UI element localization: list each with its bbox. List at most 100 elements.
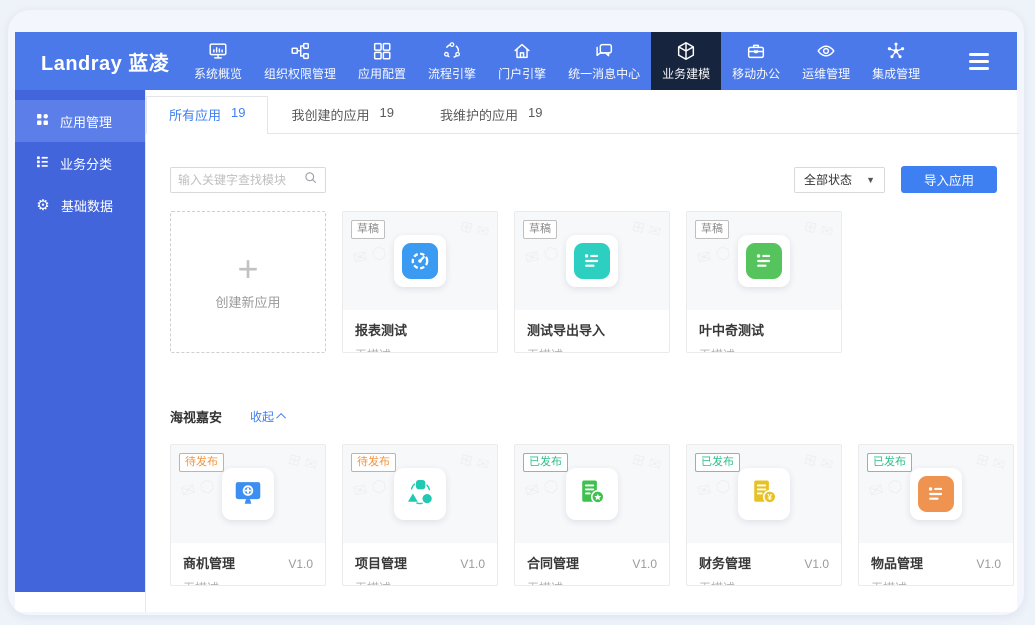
sidebar-item-base-data[interactable]: ⚙ 基础数据 <box>15 184 145 226</box>
collapse-link[interactable]: 收起 <box>250 408 287 425</box>
status-filter-select[interactable]: 全部状态 ▼ <box>794 166 885 193</box>
app-card-export-import-test[interactable]: 草稿 测试导出导入 无描述 <box>514 211 670 353</box>
card-info: 测试导出导入 无描述 <box>515 310 669 352</box>
app-card-contract-management[interactable]: 已发布 合同管理 V1.0 无描述 <box>514 444 670 586</box>
app-description: 无描述 <box>527 346 657 352</box>
icon-tile <box>566 468 618 520</box>
icon-tile <box>566 235 618 287</box>
toolbar: 全部状态 ▼ 导入应用 <box>170 166 997 193</box>
app-description: 无描述 <box>355 579 485 585</box>
app-title: 报表测试 <box>355 323 408 338</box>
nav-item-business-modeling[interactable]: 业务建模 <box>651 32 722 90</box>
app-card-business-opportunity[interactable]: 待发布 商机管理 V1.0 无描述 <box>170 444 326 586</box>
sidebar-item-label: 业务分类 <box>60 156 113 172</box>
app-version: V1.0 <box>976 557 1001 571</box>
nav-item-mobile-office[interactable]: 移动办公 <box>721 32 791 90</box>
sidebar: 应用管理 业务分类 ⚙ 基础数据 <box>15 90 145 592</box>
app-card-report-test[interactable]: 草稿 报表测试 无描述 <box>342 211 498 353</box>
nav-item-label: 集成管理 <box>872 67 921 81</box>
nav-item-portal-engine[interactable]: 门户引擎 <box>487 32 557 90</box>
doc-yen-icon: ¥ <box>748 476 780 513</box>
nav-item-ops-management[interactable]: 运维管理 <box>791 32 861 90</box>
card-cover: 草稿 <box>343 212 497 310</box>
tab-bar: 所有应用 19 我创建的应用 19 我维护的应用 19 <box>146 96 1019 134</box>
create-app-card[interactable]: + 创建新应用 <box>170 211 326 353</box>
status-badge: 已发布 <box>867 453 912 472</box>
card-cover: 已发布 ¥ <box>687 445 841 543</box>
app-description: 无描述 <box>699 346 829 352</box>
card-info: 合同管理 V1.0 无描述 <box>515 543 669 585</box>
search-input[interactable] <box>178 172 303 187</box>
status-badge: 已发布 <box>523 453 568 472</box>
doc-lines-icon <box>574 243 610 279</box>
tab-count: 19 <box>527 105 543 120</box>
workflow-cycle-icon <box>441 40 463 62</box>
tab-all-apps[interactable]: 所有应用 19 <box>146 96 269 134</box>
nav-item-app-config[interactable]: 应用配置 <box>347 32 417 90</box>
card-cover: 草稿 <box>515 212 669 310</box>
collapse-label: 收起 <box>250 410 275 424</box>
modeling-cube-icon <box>675 40 697 62</box>
hamburger-menu-icon[interactable] <box>945 32 1013 90</box>
integration-nodes-icon <box>885 40 907 62</box>
top-nav: 系统概览 组织权限管理 应用配置 流程引擎 门户引擎 统一消息中心 业务建模 移… <box>183 32 945 90</box>
icon-tile <box>394 468 446 520</box>
app-description: 无描述 <box>527 579 657 585</box>
gear-icon: ⚙ <box>36 196 50 214</box>
status-filter-value: 全部状态 <box>804 173 853 187</box>
card-info: 项目管理 V1.0 无描述 <box>343 543 497 585</box>
tab-label: 我维护的应用 <box>439 108 518 123</box>
icon-tile: ¥ <box>738 468 790 520</box>
status-badge: 待发布 <box>351 453 396 472</box>
tab-my-created-apps[interactable]: 我创建的应用 19 <box>268 96 416 133</box>
card-cover: 待发布 <box>343 445 497 543</box>
app-card-project-management[interactable]: 待发布 项目管理 V1.0 无描述 <box>342 444 498 586</box>
card-info: 财务管理 V1.0 无描述 <box>687 543 841 585</box>
monitor-plus-icon <box>231 475 265 514</box>
gauge-icon <box>402 243 438 279</box>
sidebar-item-label: 基础数据 <box>61 198 114 214</box>
create-app-label: 创建新应用 <box>215 294 281 310</box>
nav-item-label: 应用配置 <box>358 67 407 81</box>
icon-tile <box>394 235 446 287</box>
card-info: 报表测试 无描述 <box>343 310 497 352</box>
nav-item-label: 系统概览 <box>194 67 243 81</box>
app-card-finance-management[interactable]: 已发布 ¥ 财务管理 V1.0 无描述 <box>686 444 842 586</box>
nav-item-org-permissions[interactable]: 组织权限管理 <box>253 32 347 90</box>
tab-label: 我创建的应用 <box>291 108 370 123</box>
brand-logo: Landray 蓝凌 <box>41 52 170 75</box>
tab-count: 19 <box>231 105 246 120</box>
shapes-cycle-icon <box>404 476 436 513</box>
status-badge: 待发布 <box>179 453 224 472</box>
sidebar-item-app-management[interactable]: 应用管理 <box>15 100 145 142</box>
nav-item-system-overview[interactable]: 系统概览 <box>183 32 253 90</box>
app-window: Landray 蓝凌 系统概览 组织权限管理 应用配置 流程引擎 门户引擎 统一… <box>8 10 1024 615</box>
icon-tile <box>910 468 962 520</box>
app-title: 财务管理 <box>699 556 752 571</box>
sidebar-item-business-category[interactable]: 业务分类 <box>15 142 145 184</box>
app-card-yezhongqi-test[interactable]: 草稿 叶中奇测试 无描述 <box>686 211 842 353</box>
nav-item-workflow-engine[interactable]: 流程引擎 <box>417 32 487 90</box>
app-version: V1.0 <box>632 557 657 571</box>
eye-icon <box>815 40 837 62</box>
home-icon <box>511 40 533 62</box>
import-app-button[interactable]: 导入应用 <box>900 166 997 193</box>
app-card-goods-management[interactable]: 已发布 物品管理 V1.0 无描述 <box>858 444 1014 586</box>
app-title: 叶中奇测试 <box>699 323 765 338</box>
icon-tile <box>738 235 790 287</box>
nav-item-label: 移动办公 <box>732 67 781 81</box>
app-description: 无描述 <box>699 579 829 585</box>
toolbar-right: 全部状态 ▼ 导入应用 <box>794 166 997 193</box>
card-info: 商机管理 V1.0 无描述 <box>171 543 325 585</box>
plus-icon: + <box>237 247 259 289</box>
app-title: 测试导出导入 <box>527 323 606 338</box>
chevron-down-icon: ▼ <box>866 174 875 185</box>
nav-item-message-center[interactable]: 统一消息中心 <box>557 32 651 90</box>
nav-item-integration[interactable]: 集成管理 <box>861 32 931 90</box>
briefcase-icon <box>745 40 767 62</box>
group-section-header: 海视嘉安 收起 <box>170 407 995 426</box>
doc-lines-icon <box>918 476 954 512</box>
tab-label: 所有应用 <box>169 108 222 123</box>
tab-my-maintained-apps[interactable]: 我维护的应用 19 <box>417 96 565 133</box>
search-box <box>170 166 326 193</box>
